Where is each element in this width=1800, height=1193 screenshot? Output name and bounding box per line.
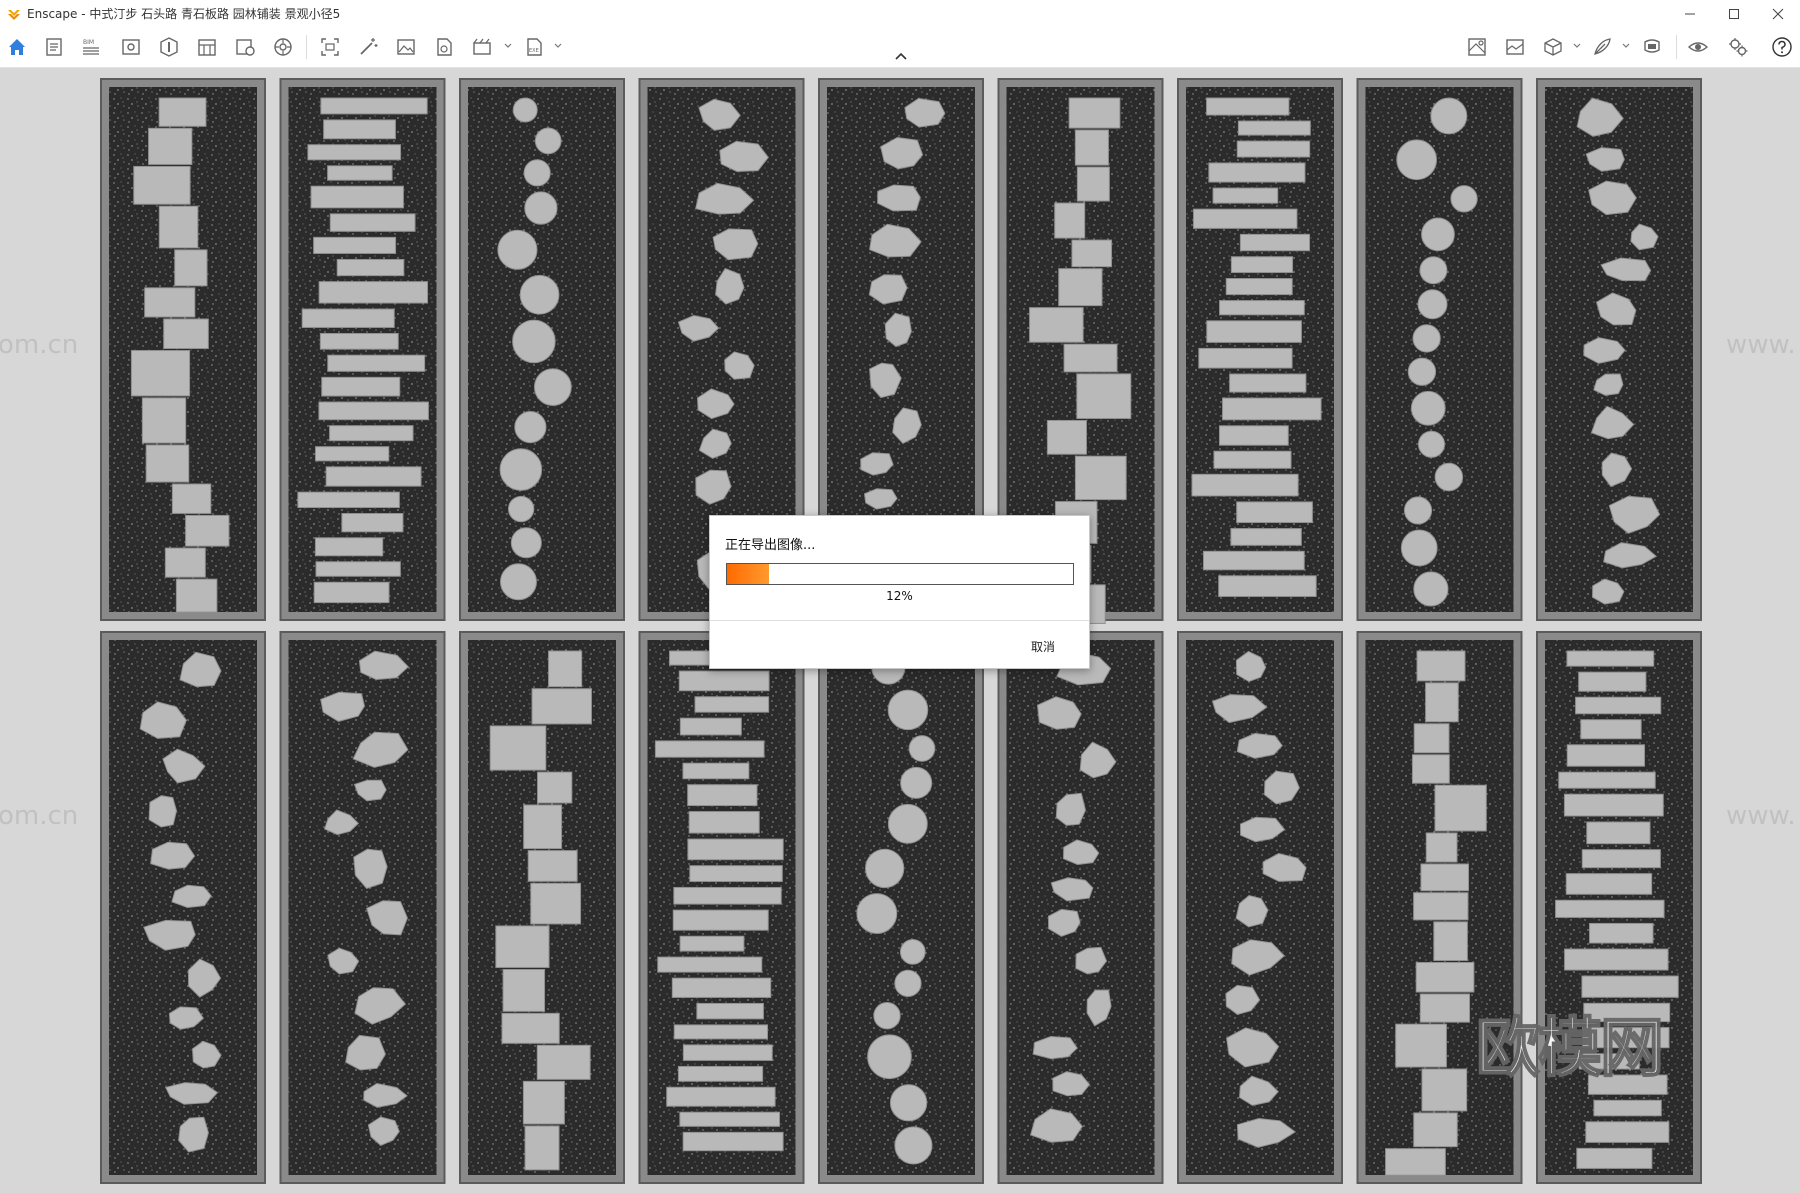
close-icon xyxy=(1772,8,1784,19)
sections-icon xyxy=(198,39,216,56)
export-dropdown-chevron-icon[interactable] xyxy=(553,41,563,51)
settings-wheel-icon xyxy=(274,38,292,56)
image-button[interactable] xyxy=(394,35,418,59)
image-view-icon xyxy=(1506,39,1524,55)
planter xyxy=(818,631,984,1184)
help-button[interactable] xyxy=(1770,35,1794,59)
planter xyxy=(459,631,625,1184)
bim-icon: BIM xyxy=(83,39,99,55)
planter xyxy=(1536,631,1702,1184)
magic-wand-icon xyxy=(360,38,378,55)
eye-button[interactable] xyxy=(1686,35,1710,59)
planter xyxy=(997,631,1164,1184)
planter xyxy=(638,631,805,1184)
planter xyxy=(279,631,446,1184)
feather-button[interactable] xyxy=(1590,35,1614,59)
view-icon xyxy=(122,39,140,55)
sections-button[interactable] xyxy=(195,35,219,59)
screenshot-icon xyxy=(321,38,339,56)
planter xyxy=(1536,78,1702,621)
asset-box-icon xyxy=(1544,38,1562,56)
svg-text:BIM: BIM xyxy=(83,39,94,46)
navigator-button[interactable] xyxy=(157,35,181,59)
home-icon xyxy=(9,39,25,55)
vr-headset-icon xyxy=(1644,39,1660,53)
batch-render-button[interactable] xyxy=(432,35,456,59)
screenshot-button[interactable] xyxy=(318,35,342,59)
maximize-button[interactable] xyxy=(1712,0,1756,27)
watermark-left-top: om.cn xyxy=(0,330,79,360)
export-progress-bar xyxy=(726,563,1074,585)
bim-button[interactable]: BIM xyxy=(79,35,103,59)
export-progress-dialog: 正在导出图像... 12% 取消 xyxy=(709,515,1090,669)
minimize-icon xyxy=(1685,13,1695,14)
video-icon xyxy=(473,38,491,55)
planter xyxy=(100,631,266,1184)
video-button[interactable] xyxy=(470,35,494,59)
minimize-button[interactable] xyxy=(1668,0,1712,27)
settings-wheel-button[interactable] xyxy=(271,35,295,59)
collapse-toolbar-chevron-icon[interactable] xyxy=(893,51,909,63)
cancel-button[interactable]: 取消 xyxy=(1013,635,1073,659)
document-button[interactable] xyxy=(42,35,66,59)
help-icon xyxy=(1772,37,1792,57)
export-icon: EXE xyxy=(527,38,542,56)
progress-percent: 12% xyxy=(886,589,913,603)
brand-watermark: 欧模网 xyxy=(1475,1011,1665,1087)
planter xyxy=(1177,78,1343,621)
window-title: Enscape - 中式汀步 石头路 青石板路 园林铺装 景观小径5 xyxy=(27,7,341,21)
progress-fill xyxy=(727,564,769,584)
title-bar: Enscape - 中式汀步 石头路 青石板路 园林铺装 景观小径5 xyxy=(0,0,1800,27)
planter xyxy=(1356,631,1523,1184)
eye-icon xyxy=(1687,42,1709,52)
batch-render-icon xyxy=(437,38,452,56)
watermark-right-bottom: www. xyxy=(1726,801,1796,831)
gear-settings-button[interactable] xyxy=(1726,35,1750,59)
planter xyxy=(100,78,266,621)
planter xyxy=(1356,78,1523,621)
map-icon xyxy=(1468,38,1486,56)
video-dropdown-chevron-icon[interactable] xyxy=(503,41,513,51)
toolbar-separator xyxy=(1676,35,1677,59)
maximize-icon xyxy=(1729,8,1739,19)
watermark-left-bottom: om.cn xyxy=(0,801,79,831)
vr-headset-button[interactable] xyxy=(1640,35,1664,59)
svg-text:EXE: EXE xyxy=(529,48,539,54)
export-button[interactable]: EXE xyxy=(522,35,546,59)
dialog-title: 正在导出图像... xyxy=(725,538,816,553)
document-icon xyxy=(46,38,62,56)
image-icon xyxy=(397,39,415,55)
planter xyxy=(459,78,625,621)
feather-dropdown-chevron-icon[interactable] xyxy=(1621,41,1631,51)
info-button[interactable] xyxy=(233,35,257,59)
planter xyxy=(279,78,446,621)
dialog-divider xyxy=(710,620,1089,621)
asset-box-button[interactable] xyxy=(1541,35,1565,59)
image-view-button[interactable] xyxy=(1503,35,1527,59)
navigator-icon xyxy=(160,37,178,57)
map-button[interactable] xyxy=(1465,35,1489,59)
view-button[interactable] xyxy=(119,35,143,59)
planter xyxy=(1177,631,1343,1184)
toolbar-separator xyxy=(306,35,307,59)
feather-icon xyxy=(1594,38,1611,55)
magic-wand-button[interactable] xyxy=(356,35,380,59)
enscape-logo-icon xyxy=(8,9,20,20)
home-button[interactable] xyxy=(5,35,29,59)
info-icon xyxy=(236,39,255,56)
gear-settings-icon xyxy=(1729,38,1748,57)
asset-dropdown-chevron-icon[interactable] xyxy=(1572,41,1582,51)
close-button[interactable] xyxy=(1756,0,1800,27)
watermark-right-top: www. xyxy=(1726,330,1796,360)
